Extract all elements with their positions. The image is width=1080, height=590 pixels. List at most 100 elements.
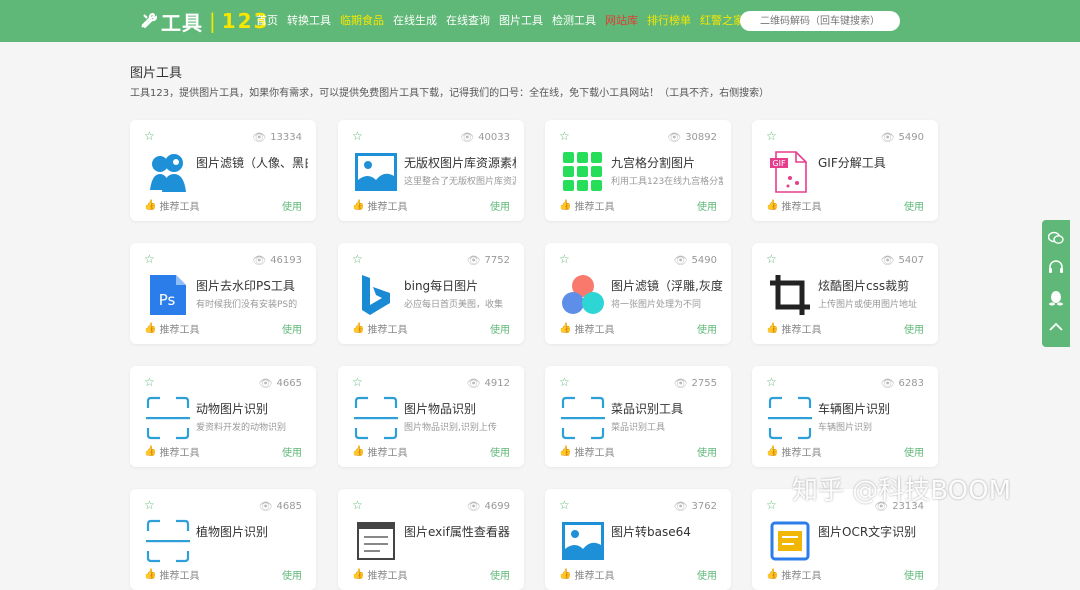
tool-name[interactable]: 图片滤镜（人像、黑白: [196, 154, 308, 171]
tool-card[interactable]: ☆ 👁 5407 炫酷图片css裁剪 上传图片或使用图片地址 👍 推荐工具 使用: [752, 243, 938, 344]
recommend-button[interactable]: 👍 推荐工具: [559, 567, 614, 582]
nav-convert-tools[interactable]: 转换工具: [287, 12, 331, 28]
use-button[interactable]: 使用: [490, 198, 510, 213]
star-icon[interactable]: ☆: [766, 375, 777, 389]
tool-card[interactable]: ☆ 👁 5490 GIF GIF分解工具 👍 推荐工具 使用: [752, 120, 938, 221]
tool-name[interactable]: 无版权图片库资源素材: [404, 154, 516, 171]
wechat-icon[interactable]: [1047, 231, 1064, 249]
star-icon[interactable]: ☆: [352, 498, 363, 512]
tool-card[interactable]: ☆ 👁 4912 图片物品识别 图片物品识别,识别上传 👍 推荐工具 使用: [338, 366, 524, 467]
recommend-button[interactable]: 👍 推荐工具: [352, 321, 407, 336]
search-input[interactable]: [740, 11, 900, 31]
tool-name[interactable]: 菜品识别工具: [611, 400, 723, 417]
tool-card[interactable]: ☆ 👁 4665 动物图片识别 爱资料开发的动物识别 👍 推荐工具 使用: [130, 366, 316, 467]
qq-icon[interactable]: [1049, 290, 1063, 310]
star-icon[interactable]: ☆: [144, 375, 155, 389]
tool-card[interactable]: ☆ 👁 6283 车辆图片识别 车辆图片识别 👍 推荐工具 使用: [752, 366, 938, 467]
star-icon[interactable]: ☆: [559, 252, 570, 266]
use-button[interactable]: 使用: [282, 444, 302, 459]
nav-site-library[interactable]: 网站库: [605, 12, 638, 28]
tool-name[interactable]: 图片滤镜（浮雕,灰度: [611, 277, 723, 294]
nav-expiring-food[interactable]: 临期食品: [340, 12, 384, 28]
tool-card[interactable]: ☆ 👁 4685 植物图片识别 👍 推荐工具 使用: [130, 489, 316, 590]
nav-online-generate[interactable]: 在线生成: [393, 12, 437, 28]
use-button[interactable]: 使用: [282, 198, 302, 213]
tool-card[interactable]: ☆ 👁 46193 Ps 图片去水印PS工具 有时候我们没有安装PS的 👍 推荐工具 使用: [130, 243, 316, 344]
star-icon[interactable]: ☆: [352, 129, 363, 143]
recommend-button[interactable]: 👍 推荐工具: [766, 444, 821, 459]
nav-home[interactable]: 首页: [256, 12, 278, 28]
tool-name[interactable]: GIF分解工具: [818, 154, 930, 171]
view-count: 👁 5490: [674, 254, 717, 267]
nav-detect-tools[interactable]: 检测工具: [552, 12, 596, 28]
nav-redalert-home[interactable]: 红警之家: [700, 12, 744, 28]
star-icon[interactable]: ☆: [766, 129, 777, 143]
nav-rankings[interactable]: 排行榜单: [647, 12, 691, 28]
recommend-button[interactable]: 👍 推荐工具: [144, 198, 199, 213]
recommend-button[interactable]: 👍 推荐工具: [144, 567, 199, 582]
tool-card[interactable]: ☆ 👁 30892 九宫格分割图片 利用工具123在线九宫格分割 👍 推荐工具 使用: [545, 120, 731, 221]
tool-card[interactable]: ☆ 👁 5490 图片滤镜（浮雕,灰度 将一张图片处理为不同 👍 推荐工具 使用: [545, 243, 731, 344]
use-button[interactable]: 使用: [904, 321, 924, 336]
tool-card[interactable]: ☆ 👁 13334 图片滤镜（人像、黑白 👍 推荐工具 使用: [130, 120, 316, 221]
use-button[interactable]: 使用: [282, 567, 302, 582]
use-button[interactable]: 使用: [490, 444, 510, 459]
recommend-button[interactable]: 👍 推荐工具: [144, 444, 199, 459]
view-count: 👁 3762: [674, 500, 717, 513]
tool-name[interactable]: 图片去水印PS工具: [196, 277, 308, 294]
tool-name[interactable]: 植物图片识别: [196, 523, 308, 540]
tool-name[interactable]: 炫酷图片css裁剪: [818, 277, 930, 294]
tool-name[interactable]: bing每日图片: [404, 277, 516, 294]
tool-name[interactable]: 九宫格分割图片: [611, 154, 723, 171]
recommend-button[interactable]: 👍 推荐工具: [352, 567, 407, 582]
star-icon[interactable]: ☆: [352, 375, 363, 389]
recommend-button[interactable]: 👍 推荐工具: [559, 321, 614, 336]
recommend-label: 推荐工具: [574, 325, 615, 336]
recommend-label: 推荐工具: [159, 325, 200, 336]
tool-card[interactable]: ☆ 👁 40033 无版权图片库资源素材 这里整合了无版权图片库资源 👍 推荐工具 使用: [338, 120, 524, 221]
recommend-button[interactable]: 👍 推荐工具: [352, 198, 407, 213]
recommend-button[interactable]: 👍 推荐工具: [144, 321, 199, 336]
tool-card[interactable]: ☆ 👁 2755 菜品识别工具 菜品识别工具 👍 推荐工具 使用: [545, 366, 731, 467]
use-button[interactable]: 使用: [904, 567, 924, 582]
tool-name[interactable]: 图片转base64: [611, 523, 723, 540]
tool-name[interactable]: 图片物品识别: [404, 400, 516, 417]
tool-card[interactable]: ☆ 👁 7752 bing每日图片 必应每日首页美图，收集 👍 推荐工具 使用: [338, 243, 524, 344]
star-icon[interactable]: ☆: [559, 375, 570, 389]
use-button[interactable]: 使用: [490, 567, 510, 582]
use-button[interactable]: 使用: [904, 444, 924, 459]
tool-name[interactable]: 图片OCR文字识别: [818, 523, 930, 540]
star-icon[interactable]: ☆: [144, 252, 155, 266]
use-button[interactable]: 使用: [697, 567, 717, 582]
recommend-button[interactable]: 👍 推荐工具: [766, 198, 821, 213]
use-button[interactable]: 使用: [697, 444, 717, 459]
up-arrow-icon[interactable]: [1049, 321, 1063, 336]
star-icon[interactable]: ☆: [766, 498, 777, 512]
nav-online-query[interactable]: 在线查询: [446, 12, 490, 28]
star-icon[interactable]: ☆: [559, 498, 570, 512]
tool-card[interactable]: ☆ 👁 3762 图片转base64 👍 推荐工具 使用: [545, 489, 731, 590]
headset-icon[interactable]: [1048, 260, 1064, 279]
tool-card[interactable]: ☆ 👁 4699 图片exif属性查看器 👍 推荐工具 使用: [338, 489, 524, 590]
recommend-button[interactable]: 👍 推荐工具: [352, 444, 407, 459]
recommend-button[interactable]: 👍 推荐工具: [559, 198, 614, 213]
tool-name[interactable]: 车辆图片识别: [818, 400, 930, 417]
star-icon[interactable]: ☆: [144, 129, 155, 143]
star-icon[interactable]: ☆: [144, 498, 155, 512]
use-button[interactable]: 使用: [490, 321, 510, 336]
star-icon[interactable]: ☆: [559, 129, 570, 143]
star-icon[interactable]: ☆: [766, 252, 777, 266]
nav-image-tools[interactable]: 图片工具: [499, 12, 543, 28]
recommend-button[interactable]: 👍 推荐工具: [559, 444, 614, 459]
site-logo[interactable]: 工具 | 123: [140, 6, 270, 36]
use-button[interactable]: 使用: [697, 321, 717, 336]
use-button[interactable]: 使用: [282, 321, 302, 336]
recommend-button[interactable]: 👍 推荐工具: [766, 567, 821, 582]
tool-name[interactable]: 图片exif属性查看器: [404, 523, 516, 540]
use-button[interactable]: 使用: [904, 198, 924, 213]
recommend-button[interactable]: 👍 推荐工具: [766, 321, 821, 336]
star-icon[interactable]: ☆: [352, 252, 363, 266]
use-button[interactable]: 使用: [697, 198, 717, 213]
tool-name[interactable]: 动物图片识别: [196, 400, 308, 417]
eye-icon: 👁: [466, 500, 481, 513]
